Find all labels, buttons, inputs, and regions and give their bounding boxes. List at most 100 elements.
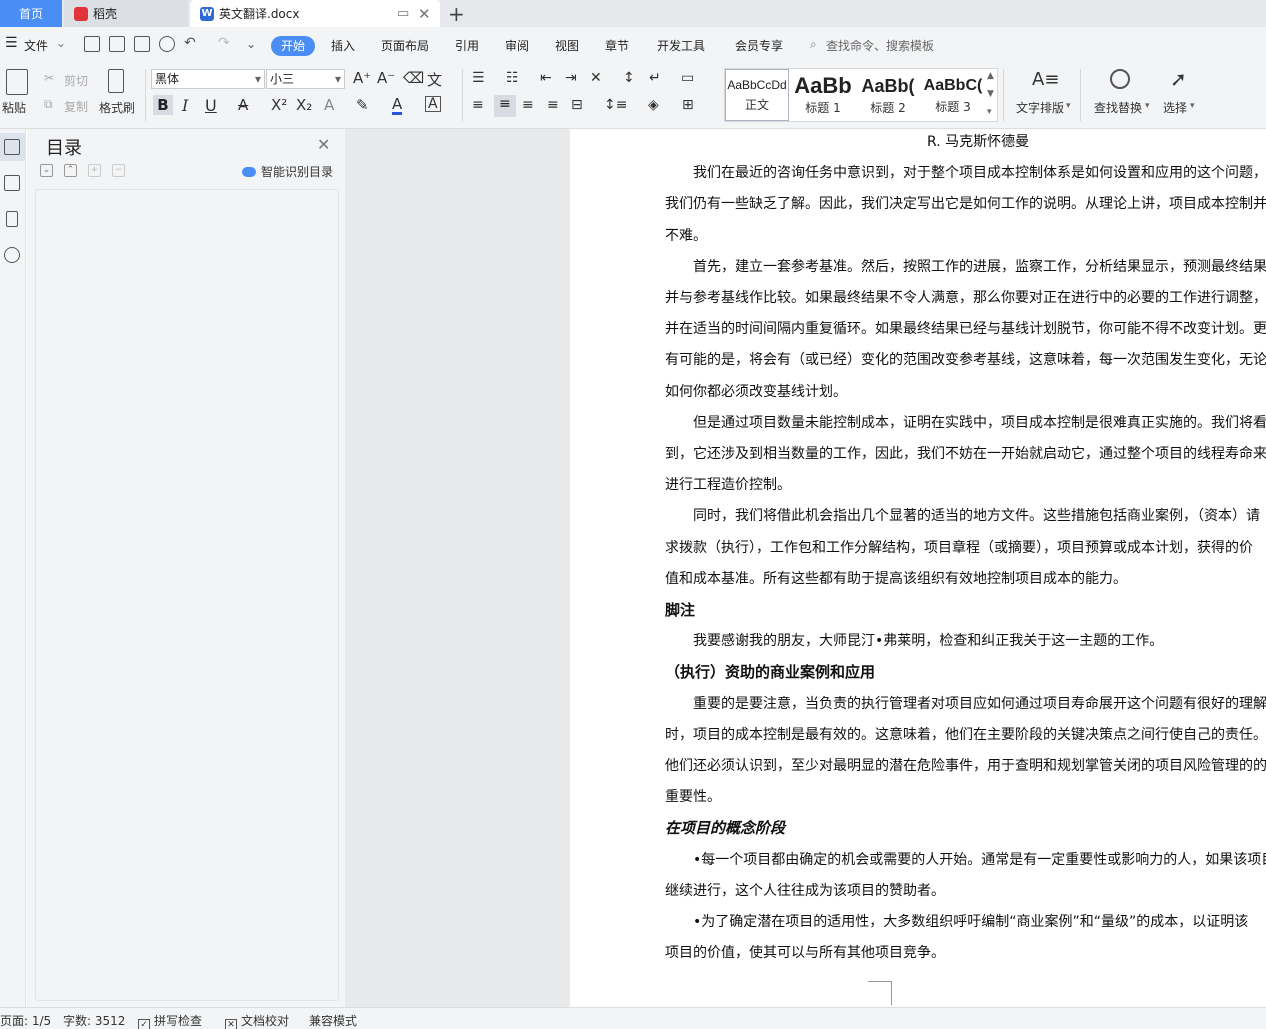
gallery-down-icon[interactable]: ▼	[987, 89, 994, 99]
menu-tab-home[interactable]: 开始	[271, 36, 315, 56]
bookmark-icon[interactable]	[6, 211, 18, 227]
file-menu[interactable]: 文件	[24, 37, 48, 54]
redo-icon[interactable]: ↷	[218, 35, 230, 51]
format-painter-icon[interactable]	[108, 69, 124, 93]
document-line[interactable]: 不难。	[665, 225, 707, 247]
toc-list[interactable]	[35, 189, 339, 1001]
menu-tab-view[interactable]: 视图	[555, 37, 579, 54]
strikethrough-icon[interactable]: A	[238, 96, 248, 114]
export-pdf-icon[interactable]	[109, 36, 125, 52]
document-line[interactable]: 并与参考基线作比较。如果最终结果不令人满意，那么你要对正在进行中的必要的工作进行…	[665, 287, 1266, 309]
document-line[interactable]: 进行工程造价控制。	[665, 474, 791, 496]
align-left-icon[interactable]: ≡	[472, 97, 484, 113]
line-spacing-icon[interactable]: ↕≡	[604, 97, 627, 113]
ruler-icon[interactable]: ▭	[681, 70, 694, 86]
shrink-font-icon[interactable]: A⁻	[377, 69, 395, 87]
style-heading-3[interactable]: AaBbC( 标题 3	[921, 69, 985, 121]
close-icon[interactable]: ✕	[317, 135, 330, 154]
char-border-icon[interactable]: A	[425, 96, 441, 112]
bullet-list-icon[interactable]: ☰	[472, 70, 485, 86]
grow-font-icon[interactable]: A⁺	[353, 69, 371, 87]
font-size-select[interactable]: 小三 ▾	[266, 69, 345, 89]
align-right-icon[interactable]: ≡	[522, 97, 534, 113]
document-line[interactable]: 求拨款（执行），工作包和工作分解结构，项目章程（或摘要），项目预算或成本计划，获…	[665, 537, 1253, 559]
text-layout-button[interactable]: 文字排版	[1016, 99, 1064, 116]
decrease-indent-icon[interactable]: ⇤	[540, 70, 552, 86]
document-canvas[interactable]: R. 马克斯怀德曼 我们在最近的咨询任务中意识到，对于整个项目成本控制体系是如何设…	[345, 129, 1266, 1007]
document-line[interactable]: 同时，我们将借此机会指出几个显著的适当的地方文件。这些措施包括商业案例，（资本）…	[693, 505, 1260, 527]
highlight-icon[interactable]: ✎	[356, 96, 369, 114]
justify-icon[interactable]: ≡	[547, 97, 559, 113]
gallery-up-icon[interactable]: ▲	[987, 71, 994, 81]
document-line[interactable]: 到，它还涉及到相当数量的工作，因此，我们不妨在一开始就启动它，通过整个项目的线程…	[665, 443, 1266, 465]
close-tab-icon[interactable]: ✕	[418, 5, 431, 23]
document-line[interactable]: 并在适当的时间间隔内重复循环。如果最终结果已经与基线计划脱节，你可能不得不改变计…	[665, 318, 1266, 340]
document-line[interactable]: •每一个项目都由确定的机会或需要的人开始。通常是有一定重要性或影响力的人，如果该…	[693, 849, 1266, 871]
document-line[interactable]: 项目的价值，使其可以与所有其他项目竞争。	[665, 942, 945, 964]
pin-icon[interactable]: ▭	[397, 6, 409, 21]
select-button[interactable]: 选择	[1163, 99, 1187, 116]
doc-proof-button[interactable]: ✕ 文档校对	[225, 1012, 289, 1029]
menu-tab-insert[interactable]: 插入	[331, 37, 355, 54]
clear-format-icon[interactable]: ⌫	[403, 69, 424, 87]
page-indicator[interactable]: 页面: 1/5	[0, 1012, 51, 1029]
text-layout-icon[interactable]: A≡	[1032, 69, 1059, 90]
document-line[interactable]: 如何你都必须改变基线计划。	[665, 381, 847, 403]
distribute-icon[interactable]: ⊟	[571, 97, 583, 113]
style-normal[interactable]: AaBbCcDd 正文	[725, 69, 789, 121]
document-line[interactable]: 我们仍有一些缺乏了解。因此，我们决定写出它是如何工作的说明。从理论上讲，项目成本…	[665, 193, 1266, 215]
collapse-all-icon[interactable]: ⌄	[40, 164, 53, 177]
paste-icon[interactable]	[6, 69, 28, 95]
menu-tab-layout[interactable]: 页面布局	[381, 37, 429, 54]
navigation-icon[interactable]	[4, 175, 20, 191]
sort-icon[interactable]: ↕	[623, 70, 635, 86]
underline-icon[interactable]: U	[205, 96, 217, 115]
document-line[interactable]: 但是通过项目数量未能控制成本，证明在实践中，项目成本控制是很难真正实施的。我们将…	[693, 412, 1266, 434]
find-replace-button[interactable]: 查找替换	[1094, 99, 1142, 116]
print-preview-icon[interactable]	[159, 36, 175, 52]
document-heading[interactable]: 在项目的概念阶段	[665, 817, 785, 839]
menu-tab-references[interactable]: 引用	[455, 37, 479, 54]
quick-access-more-icon[interactable]: ⌄	[246, 37, 256, 51]
toc-panel-icon[interactable]	[4, 139, 20, 155]
cut-button[interactable]: 剪切	[64, 72, 88, 89]
document-line[interactable]: 首先，建立一套参考基准。然后，按照工作的进展，监察工作，分析结果显示，预测最终结…	[693, 256, 1266, 278]
print-icon[interactable]	[134, 36, 150, 52]
align-center-icon[interactable]: ≡	[494, 95, 516, 117]
document-line[interactable]: 我们在最近的咨询任务中意识到，对于整个项目成本控制体系是如何设置和应用的这个问题…	[693, 162, 1266, 184]
gallery-more-icon[interactable]: ▾	[987, 107, 992, 117]
document-line[interactable]: 继续进行，这个人往往成为该项目的赞助者。	[665, 880, 945, 902]
undo-icon[interactable]: ↶	[184, 35, 196, 51]
spell-check-button[interactable]: ✓ 拼写检查	[138, 1012, 202, 1029]
document-line[interactable]: 我要感谢我的朋友，大师昆汀•弗莱明，检查和纠正我关于这一主题的工作。	[693, 630, 1163, 652]
new-tab-icon[interactable]: +	[448, 2, 465, 26]
tab-daoke[interactable]: 稻壳	[64, 0, 188, 27]
document-line[interactable]: 重要性。	[665, 786, 721, 808]
document-line[interactable]: 有可能的是，将会有（或已经）变化的范围改变参考基线，这意味着，每一次范围发生变化…	[665, 349, 1266, 371]
cursor-select-icon[interactable]: ➚	[1170, 67, 1187, 91]
menu-tab-developer[interactable]: 开发工具	[657, 37, 705, 54]
superscript-icon[interactable]: X²	[271, 96, 287, 114]
document-line[interactable]: 他们还必须认识到，至少对最明显的潜在危险事件，用于查明和规划掌管关闭的项目风险管…	[665, 755, 1266, 777]
document-heading[interactable]: 脚注	[665, 599, 695, 621]
add-item-icon[interactable]: +	[88, 164, 101, 177]
document-heading[interactable]: （执行）资助的商业案例和应用	[665, 661, 875, 683]
paste-button[interactable]: 粘贴	[2, 99, 26, 116]
style-heading-1[interactable]: AaBb 标题 1	[791, 69, 855, 121]
expand-all-icon[interactable]: ⌃	[64, 164, 77, 177]
shading-icon[interactable]: ◈	[648, 97, 659, 113]
command-search-input[interactable]: 查找命令、搜索模板	[826, 37, 934, 54]
document-line[interactable]: 值和成本基准。所有这些都有助于提高该组织有效地控制项目成本的能力。	[665, 568, 1127, 590]
hamburger-icon[interactable]: ☰	[5, 35, 18, 51]
save-icon[interactable]	[84, 36, 100, 52]
word-count[interactable]: 字数: 3512	[63, 1012, 125, 1029]
document-page[interactable]: R. 马克斯怀德曼 我们在最近的咨询任务中意识到，对于整个项目成本控制体系是如何设…	[570, 129, 1266, 1007]
numbered-list-icon[interactable]: ☷	[506, 70, 519, 86]
document-line[interactable]: 时，项目的成本控制是最有效的。这意味着，他们在主要阶段的关键决策点之间行使自己的…	[665, 724, 1266, 746]
show-marks-icon[interactable]: ↵	[649, 70, 661, 86]
menu-tab-section[interactable]: 章节	[605, 37, 629, 54]
smart-detect-toc-button[interactable]: 智能识别目录	[242, 163, 333, 180]
italic-icon[interactable]: I	[182, 96, 188, 115]
document-line[interactable]: 重要的是要注意，当负责的执行管理者对项目应如何通过项目寿命展开这个问题有很好的理…	[693, 693, 1266, 715]
tab-home[interactable]: 首页	[0, 0, 62, 27]
